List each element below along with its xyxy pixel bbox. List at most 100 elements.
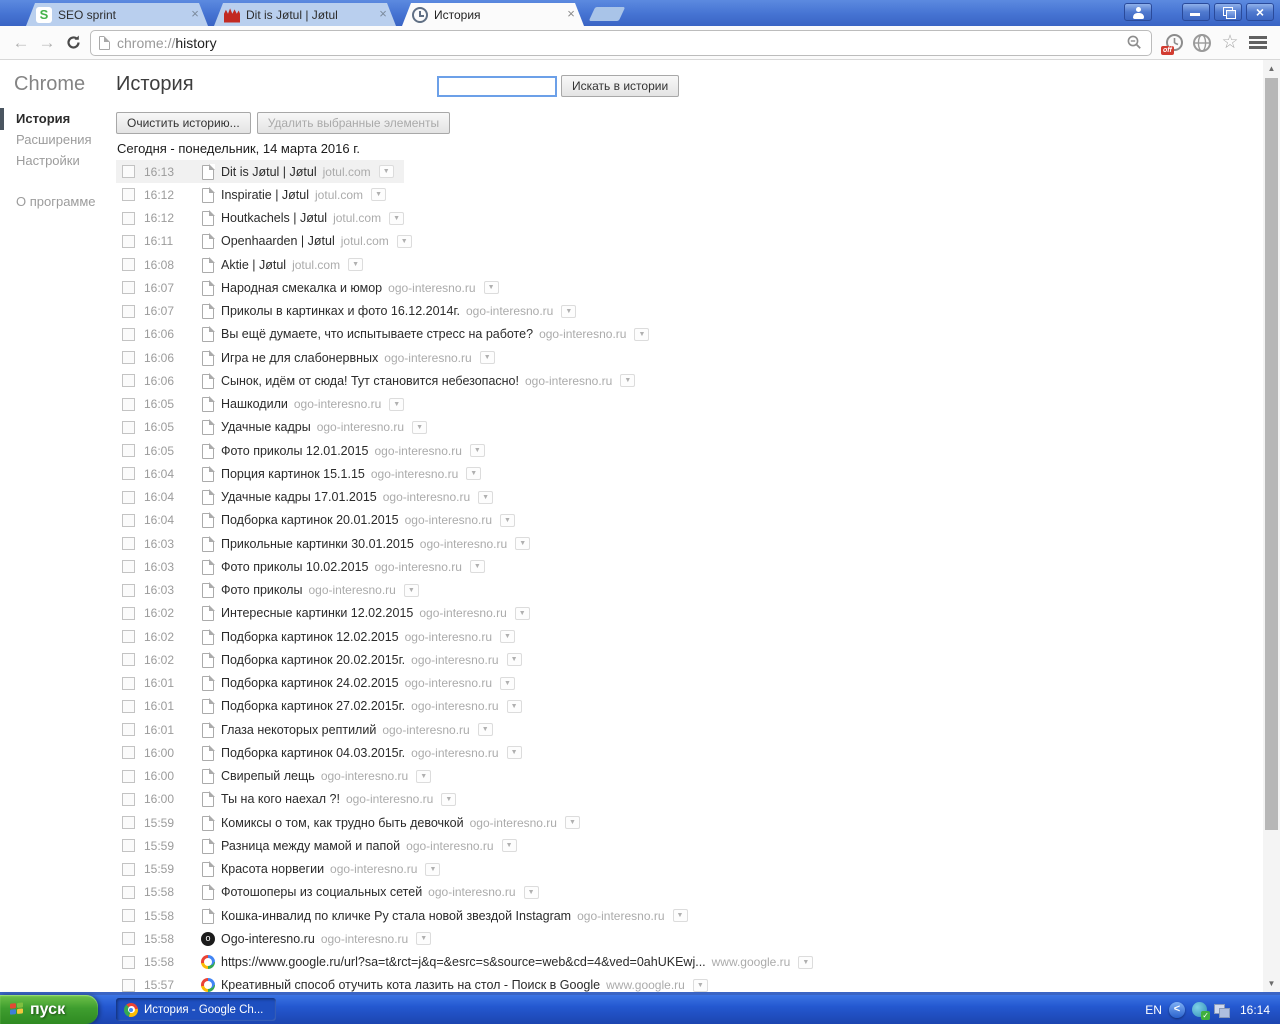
entry-checkbox[interactable] xyxy=(122,351,135,365)
entry-checkbox[interactable] xyxy=(122,420,135,434)
entry-menu-icon[interactable]: ▼ xyxy=(371,188,387,202)
entry-checkbox[interactable] xyxy=(122,560,135,574)
entry-title[interactable]: Подборка картинок 12.02.2015 xyxy=(221,630,399,644)
entry-checkbox[interactable] xyxy=(122,653,135,667)
entry-checkbox[interactable] xyxy=(122,234,135,248)
entry-title[interactable]: Интересные картинки 12.02.2015 xyxy=(221,606,413,620)
tab-close-icon[interactable]: × xyxy=(188,8,202,22)
tab-seo-sprint[interactable]: S SEO sprint × xyxy=(26,3,208,26)
history-row[interactable]: 16:04 Удачные кадры 17.01.2015 ogo-inter… xyxy=(116,486,503,509)
minimize-button[interactable] xyxy=(1182,3,1210,21)
entry-checkbox[interactable] xyxy=(122,955,135,969)
entry-menu-icon[interactable]: ▼ xyxy=(500,513,516,527)
entry-title[interactable]: Сынок, идём от сюда! Тут становится небе… xyxy=(221,374,519,388)
zoom-icon[interactable] xyxy=(1126,34,1143,51)
entry-checkbox[interactable] xyxy=(122,862,135,876)
entry-checkbox[interactable] xyxy=(122,630,135,644)
entry-menu-icon[interactable]: ▼ xyxy=(506,653,522,667)
entry-title[interactable]: https://www.google.ru/url?sa=t&rct=j&q=&… xyxy=(221,955,706,969)
history-row[interactable]: 16:00 Подборка картинок 04.03.2015г. ogo… xyxy=(116,741,532,764)
history-row[interactable]: 16:04 Порция картинок 15.1.15 ogo-intere… xyxy=(116,462,491,485)
close-button[interactable]: × xyxy=(1246,3,1274,21)
entry-title[interactable]: Приколы в картинках и фото 16.12.2014г. xyxy=(221,304,460,318)
taskbar-task-chrome[interactable]: История - Google Ch... xyxy=(116,998,276,1021)
entry-checkbox[interactable] xyxy=(122,699,135,713)
history-row[interactable]: 15:58 Ogo-interesno.ru ogo-interesno.ru … xyxy=(116,927,441,950)
tray-network-icon[interactable] xyxy=(1213,1003,1230,1018)
history-row[interactable]: 16:06 Сынок, идём от сюда! Тут становитс… xyxy=(116,369,645,392)
entry-checkbox[interactable] xyxy=(122,304,135,318)
history-row[interactable]: 15:57 Креативный способ отучить кота лаз… xyxy=(116,974,718,992)
entry-title[interactable]: Комиксы о том, как трудно быть девочкой xyxy=(221,816,464,830)
entry-checkbox[interactable] xyxy=(122,513,135,527)
entry-checkbox[interactable] xyxy=(122,467,135,481)
scroll-down-icon[interactable]: ▼ xyxy=(1263,975,1280,992)
history-onoff-extension-icon[interactable]: off xyxy=(1160,29,1188,57)
history-row[interactable]: 15:58 Фотошоперы из социальных сетей ogo… xyxy=(116,881,549,904)
entry-title[interactable]: Ogo-interesno.ru xyxy=(221,932,315,946)
entry-checkbox[interactable] xyxy=(122,490,135,504)
entry-menu-icon[interactable]: ▼ xyxy=(479,351,495,365)
entry-title[interactable]: Фотошоперы из социальных сетей xyxy=(221,885,422,899)
entry-menu-icon[interactable]: ▼ xyxy=(416,769,432,783)
clear-history-button[interactable]: Очистить историю... xyxy=(116,112,251,134)
entry-menu-icon[interactable]: ▼ xyxy=(561,304,577,318)
entry-title[interactable]: Кошка-инвалид по кличке Ру стала новой з… xyxy=(221,909,571,923)
entry-checkbox[interactable] xyxy=(122,909,135,923)
history-row[interactable]: 16:03 Прикольные картинки 30.01.2015 ogo… xyxy=(116,532,540,555)
history-row[interactable]: 16:00 Ты на кого наехал ?! ogo-interesno… xyxy=(116,788,466,811)
entry-title[interactable]: Нашкодили xyxy=(221,397,288,411)
history-row[interactable]: 15:59 Красота норвегии ogo-interesno.ru … xyxy=(116,858,450,881)
history-row[interactable]: 15:58 https://www.google.ru/url?sa=t&rct… xyxy=(116,951,823,974)
entry-menu-icon[interactable]: ▼ xyxy=(506,699,522,713)
entry-checkbox[interactable] xyxy=(122,792,135,806)
entry-title[interactable]: Dit is Jøtul | Jøtul xyxy=(221,165,317,179)
entry-checkbox[interactable] xyxy=(122,165,135,179)
entry-title[interactable]: Openhaarden | Jøtul xyxy=(221,234,335,248)
entry-menu-icon[interactable]: ▼ xyxy=(396,234,412,248)
entry-checkbox[interactable] xyxy=(122,397,135,411)
entry-title[interactable]: Подборка картинок 20.02.2015г. xyxy=(221,653,405,667)
entry-title[interactable]: Inspiratie | Jøtul xyxy=(221,188,309,202)
history-row[interactable]: 16:07 Народная смекалка и юмор ogo-inter… xyxy=(116,276,509,299)
entry-menu-icon[interactable]: ▼ xyxy=(416,932,432,946)
bookmark-star-icon[interactable]: ☆ xyxy=(1216,29,1244,57)
history-row[interactable]: 16:05 Фото приколы 12.01.2015 ogo-intere… xyxy=(116,439,495,462)
entry-title[interactable]: Игра не для слабонервных xyxy=(221,351,378,365)
entry-menu-icon[interactable]: ▼ xyxy=(469,444,485,458)
entry-title[interactable]: Прикольные картинки 30.01.2015 xyxy=(221,537,414,551)
history-row[interactable]: 16:03 Фото приколы 10.02.2015 ogo-intere… xyxy=(116,555,495,578)
entry-title[interactable]: Фото приколы xyxy=(221,583,302,597)
entry-menu-icon[interactable]: ▼ xyxy=(514,606,530,620)
entry-title[interactable]: Разница между мамой и папой xyxy=(221,839,400,853)
entry-menu-icon[interactable]: ▼ xyxy=(672,909,688,923)
tray-chevron-icon[interactable]: < xyxy=(1168,1001,1185,1018)
entry-title[interactable]: Свирепый лещь xyxy=(221,769,315,783)
tab-close-icon[interactable]: × xyxy=(376,8,390,22)
history-row[interactable]: 16:12 Houtkachels | Jøtul jotul.com ▼ xyxy=(116,207,414,230)
entry-menu-icon[interactable]: ▼ xyxy=(412,420,428,434)
history-row[interactable]: 16:05 Нашкодили ogo-interesno.ru ▼ xyxy=(116,393,414,416)
history-row[interactable]: 16:01 Глаза некоторых рептилий ogo-inter… xyxy=(116,718,503,741)
entry-menu-icon[interactable]: ▼ xyxy=(469,560,485,574)
tab-close-icon[interactable]: × xyxy=(564,8,578,22)
entry-title[interactable]: Houtkachels | Jøtul xyxy=(221,211,327,225)
reload-icon[interactable] xyxy=(60,30,86,56)
entry-menu-icon[interactable]: ▼ xyxy=(500,676,516,690)
history-row[interactable]: 15:59 Разница между мамой и папой ogo-in… xyxy=(116,834,527,857)
address-bar[interactable]: chrome://history xyxy=(90,29,1152,56)
entry-title[interactable]: Подборка картинок 04.03.2015г. xyxy=(221,746,405,760)
entry-menu-icon[interactable]: ▼ xyxy=(523,885,539,899)
entry-checkbox[interactable] xyxy=(122,839,135,853)
entry-menu-icon[interactable]: ▼ xyxy=(515,537,531,551)
restore-button[interactable] xyxy=(1214,3,1242,21)
entry-menu-icon[interactable]: ▼ xyxy=(378,165,394,179)
entry-title[interactable]: Глаза некоторых рептилий xyxy=(221,723,376,737)
entry-menu-icon[interactable]: ▼ xyxy=(389,211,405,225)
entry-menu-icon[interactable]: ▼ xyxy=(403,583,419,597)
entry-menu-icon[interactable]: ▼ xyxy=(348,258,364,272)
entry-title[interactable]: Подборка картинок 24.02.2015 xyxy=(221,676,399,690)
entry-title[interactable]: Подборка картинок 20.01.2015 xyxy=(221,513,399,527)
entry-title[interactable]: Aktie | Jøtul xyxy=(221,258,286,272)
history-row[interactable]: 16:07 Приколы в картинках и фото 16.12.2… xyxy=(116,300,586,323)
